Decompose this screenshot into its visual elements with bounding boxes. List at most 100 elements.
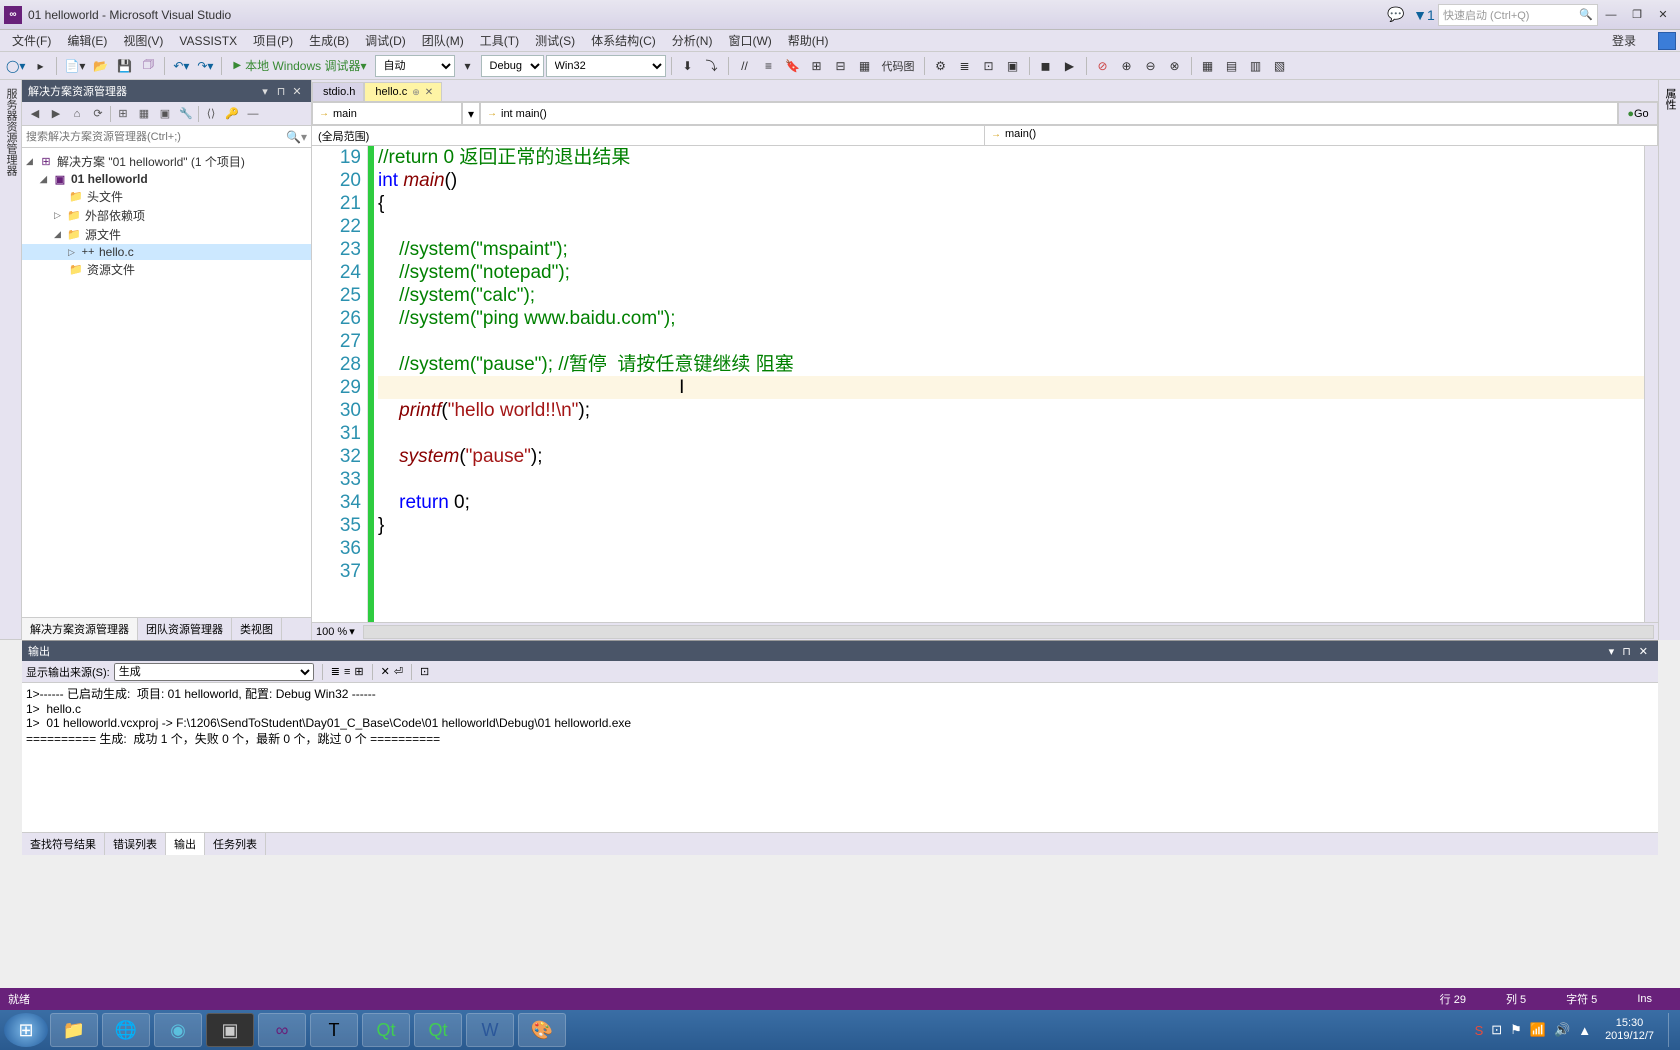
sln-collapse-icon[interactable]: ▣ [156, 105, 174, 123]
sources-folder[interactable]: ◢📁源文件 [22, 225, 311, 244]
tb-misc1[interactable]: ⊞ [806, 55, 828, 77]
menu-tools[interactable]: 工具(T) [472, 30, 527, 51]
go-button[interactable]: ●Go [1618, 102, 1658, 125]
panel-pin-icon[interactable]: ⊓ [273, 85, 289, 98]
solution-root[interactable]: ◢⊞解决方案 "01 helloworld" (1 个项目) [22, 152, 311, 171]
notification-flag-icon[interactable]: ▼1 [1413, 4, 1435, 26]
login-link[interactable]: 登录 [1604, 30, 1644, 51]
code-editor[interactable]: 19202122232425262728293031323334353637 /… [312, 146, 1658, 622]
tray-icon-2[interactable]: ⊡ [1491, 1022, 1502, 1038]
config-platform-select[interactable]: Win32 [546, 55, 666, 77]
tb-ex14[interactable]: ▧ [1269, 55, 1291, 77]
nav-member-select[interactable]: →int main() [480, 102, 1618, 125]
bookmark-icon[interactable]: 🔖 [782, 55, 804, 77]
output-content[interactable]: 1>------ 已启动生成: 项目: 01 helloworld, 配置: D… [22, 683, 1658, 832]
menu-help[interactable]: 帮助(H) [780, 30, 837, 51]
task-qt2[interactable]: Qt [414, 1013, 462, 1047]
sln-refresh-icon[interactable]: ⊞ [114, 105, 132, 123]
task-terminal[interactable]: ▣ [206, 1013, 254, 1047]
resources-folder[interactable]: 📁资源文件 [22, 260, 311, 279]
tb-ex11[interactable]: ▦ [1197, 55, 1219, 77]
tb-ex3[interactable]: ⊡ [978, 55, 1000, 77]
undo-button[interactable]: ↶▾ [170, 55, 192, 77]
menu-edit[interactable]: 编辑(E) [59, 30, 115, 51]
menu-analyze[interactable]: 分析(N) [664, 30, 721, 51]
tab-find-results[interactable]: 查找符号结果 [22, 833, 105, 855]
task-vs[interactable]: ∞ [258, 1013, 306, 1047]
sln-props-icon[interactable]: 🔧 [177, 105, 195, 123]
tb-ex1[interactable]: ⚙ [930, 55, 952, 77]
save-all-button[interactable]: 🗇 [137, 55, 159, 77]
quick-launch-input[interactable]: 快速启动 (Ctrl+Q)🔍 [1438, 4, 1598, 26]
menu-team[interactable]: 团队(M) [414, 30, 472, 51]
config-auto-select[interactable]: 自动 [375, 55, 455, 77]
tb-ex2[interactable]: ≣ [954, 55, 976, 77]
open-button[interactable]: 📂 [89, 55, 111, 77]
headers-folder[interactable]: 📁头文件 [22, 187, 311, 206]
sln-view-icon[interactable]: ⟨⟩ [202, 105, 220, 123]
zoom-level[interactable]: 100 % [316, 626, 347, 638]
tb-ex12[interactable]: ▤ [1221, 55, 1243, 77]
tray-icon-1[interactable]: S [1475, 1023, 1484, 1038]
nav-dropdown-icon[interactable]: ▾ [462, 102, 480, 125]
config-btn[interactable]: ▾ [457, 55, 479, 77]
comment-icon[interactable]: // [734, 55, 756, 77]
horizontal-scrollbar[interactable] [363, 625, 1654, 639]
menu-window[interactable]: 窗口(W) [720, 30, 779, 51]
output-tb2[interactable]: ≡ [344, 666, 350, 678]
task-app2[interactable]: 🎨 [518, 1013, 566, 1047]
redo-button[interactable]: ↷▾ [194, 55, 216, 77]
tab-error-list[interactable]: 错误列表 [105, 833, 166, 855]
minimize-button[interactable]: — [1598, 4, 1624, 26]
save-all-icon[interactable] [1658, 32, 1676, 50]
task-text[interactable]: T [310, 1013, 358, 1047]
task-chrome[interactable]: 🌐 [102, 1013, 150, 1047]
tb-ex10[interactable]: ⊗ [1164, 55, 1186, 77]
sln-home-icon[interactable]: ⌂ [68, 105, 86, 123]
sln-back-icon[interactable]: ◀ [26, 105, 44, 123]
code-content[interactable]: //return 0 返回正常的退出结果 int main() { //syst… [374, 146, 1644, 622]
tb-ex8[interactable]: ⊕ [1116, 55, 1138, 77]
menu-project[interactable]: 项目(P) [245, 30, 301, 51]
output-tb3[interactable]: ⊞ [354, 665, 363, 678]
tb-ex7[interactable]: ⊘ [1092, 55, 1114, 77]
close-tab-icon[interactable]: ✕ [425, 87, 433, 98]
output-source-select[interactable]: 生成 [114, 663, 314, 681]
tab-solution-explorer[interactable]: 解决方案资源管理器 [22, 618, 138, 640]
tb-ex5[interactable]: ◼ [1035, 55, 1057, 77]
toolbox-tab[interactable]: 工具箱 [0, 80, 1, 640]
external-deps-folder[interactable]: ▷📁外部依赖项 [22, 206, 311, 225]
taskbar-clock[interactable]: 15:30 2019/12/7 [1599, 1017, 1660, 1043]
sln-key-icon[interactable]: 🔑 [223, 105, 241, 123]
project-node[interactable]: ◢▣01 helloworld [22, 171, 311, 187]
output-clear-icon[interactable]: ✕ [381, 665, 390, 678]
tray-network-icon[interactable]: 📶 [1530, 1022, 1546, 1038]
output-tb1[interactable]: ≣ [331, 665, 340, 678]
show-desktop-button[interactable] [1668, 1013, 1676, 1047]
step-into-icon[interactable]: ⬇ [677, 55, 699, 77]
pin-icon[interactable]: ⊕ [412, 87, 420, 98]
new-project-button[interactable]: 📄▾ [62, 55, 87, 77]
close-button[interactable]: ✕ [1650, 4, 1676, 26]
menu-vassistx[interactable]: VASSISTX [171, 32, 245, 50]
sln-forward-icon[interactable]: ▶ [47, 105, 65, 123]
tb-ex13[interactable]: ▥ [1245, 55, 1267, 77]
feedback-icon[interactable]: 💬 [1385, 4, 1407, 26]
sln-showall-icon[interactable]: ▦ [135, 105, 153, 123]
task-explorer[interactable]: 📁 [50, 1013, 98, 1047]
tb-ex4[interactable]: ▣ [1002, 55, 1024, 77]
task-qt1[interactable]: Qt [362, 1013, 410, 1047]
menu-test[interactable]: 测试(S) [527, 30, 583, 51]
panel-dropdown-icon[interactable]: ▾ [1609, 645, 1615, 658]
menu-file[interactable]: 文件(F) [4, 30, 59, 51]
task-app1[interactable]: ◉ [154, 1013, 202, 1047]
menu-build[interactable]: 生成(B) [301, 30, 357, 51]
tab-class-view[interactable]: 类视图 [232, 618, 282, 640]
scope-global[interactable]: (全局范围) [312, 126, 985, 145]
menu-debug[interactable]: 调试(D) [357, 30, 414, 51]
menu-arch[interactable]: 体系结构(C) [583, 30, 664, 51]
solution-search[interactable]: 🔍▾ [22, 126, 311, 148]
step-over-icon[interactable]: ⤵ [701, 55, 723, 77]
tb-ex6[interactable]: ▶ [1059, 55, 1081, 77]
server-explorer-tab[interactable]: 服务器资源管理器 [1, 80, 21, 640]
